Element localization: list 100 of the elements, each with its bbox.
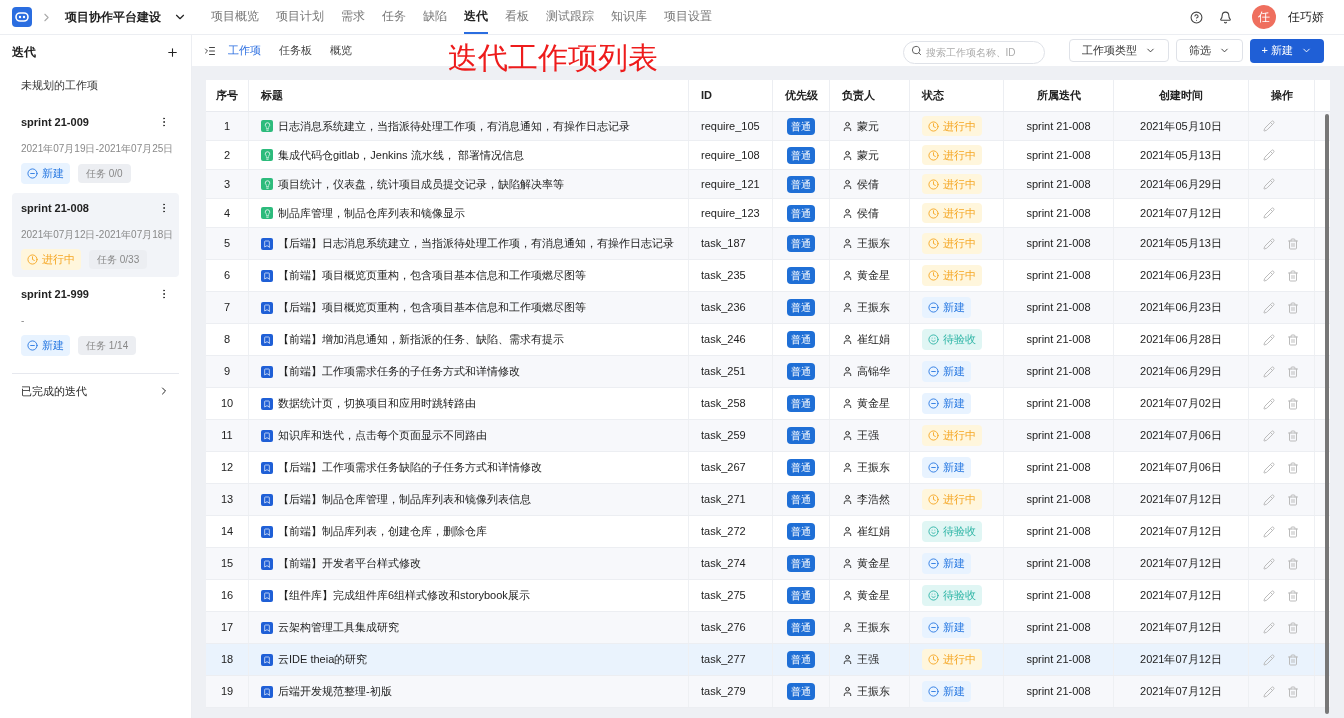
logo-icon[interactable]	[12, 7, 32, 27]
table-row[interactable]: 13 【后端】制品仓库管理，制品库列表和镜像列表信息 task_271 普通 李浩然 进行中 sprint 21-008 2021年07月12日	[206, 484, 1330, 516]
list-icon[interactable]	[204, 44, 216, 57]
edit-icon[interactable]	[1263, 397, 1275, 410]
edit-icon[interactable]	[1263, 429, 1275, 442]
title-cell[interactable]: 【后端】日志消息系统建立，当指派待处理工作项，有消息通知，有操作日志记录	[278, 235, 674, 252]
table-row[interactable]: 9 【前端】工作项需求任务的子任务方式和详情修改 task_251 普通 高锦华 新建 sprint 21-008 2021年06月29日	[206, 356, 1330, 388]
nav-tab[interactable]: 缺陷	[423, 0, 447, 34]
title-cell[interactable]: 【组件库】完成组件库6组样式修改和storybook展示	[278, 587, 530, 604]
title-cell[interactable]: 知识库和迭代，点击每个页面显示不同路由	[278, 427, 487, 444]
title-cell[interactable]: 日志消息系统建立，当指派待处理工作项，有消息通知，有操作日志记录	[278, 117, 630, 135]
title-cell[interactable]: 【前端】项目概览页重构，包含项目基本信息和工作项燃尽图等	[278, 267, 586, 284]
edit-icon[interactable]	[1263, 301, 1275, 314]
table-row[interactable]: 12 【后端】工作项需求任务缺陷的子任务方式和详情修改 task_267 普通 王振东 新建 sprint 21-008 2021年07月06日	[206, 452, 1330, 484]
nav-tab[interactable]: 需求	[341, 0, 365, 34]
delete-icon[interactable]	[1287, 461, 1299, 474]
edit-icon[interactable]	[1263, 525, 1275, 538]
delete-icon[interactable]	[1287, 589, 1299, 602]
delete-icon[interactable]	[1287, 269, 1299, 282]
completed-sprints-link[interactable]: 已完成的迭代	[21, 382, 87, 399]
title-cell[interactable]: 【前端】开发者平台样式修改	[278, 555, 421, 572]
delete-icon[interactable]	[1287, 685, 1299, 698]
clock-icon	[928, 120, 939, 132]
title-cell[interactable]: 制品库管理，制品仓库列表和镜像显示	[278, 204, 465, 222]
title-cell[interactable]: 【后端】项目概览页重构，包含项目基本信息和工作项燃尽图等	[278, 299, 586, 316]
view-tab[interactable]: 任务板	[279, 42, 312, 59]
title-cell[interactable]: 项目统计，仪表盘，统计项目成员提交记录，缺陷解决率等	[278, 175, 564, 193]
edit-icon[interactable]	[1263, 685, 1275, 698]
table-row[interactable]: 14 【前端】制品库列表，创建仓库，删除仓库 task_272 普通 崔红娟 待验收 sprint 21-008 2021年07月12日	[206, 516, 1330, 548]
search-field[interactable]: 搜索工作项名称、ID	[902, 41, 1045, 64]
delete-icon[interactable]	[1287, 333, 1299, 346]
nav-tab[interactable]: 项目设置	[664, 0, 712, 34]
nav-tab[interactable]: 任务	[382, 0, 406, 34]
help-icon[interactable]	[1190, 10, 1203, 24]
delete-icon[interactable]	[1287, 237, 1299, 250]
edit-icon[interactable]	[1263, 365, 1275, 378]
delete-icon[interactable]	[1287, 365, 1299, 378]
table-row[interactable]: 17 云架构管理工具集成研究 task_276 普通 王振东 新建 sprint 21-008 2021年07月12日	[206, 612, 1330, 644]
table-row[interactable]: 8 【前端】增加消息通知，新指派的任务、缺陷、需求有提示 task_246 普通 崔红娟 待验收 sprint 21-008 2021年06月28日	[206, 324, 1330, 356]
title-cell[interactable]: 云IDE theia的研究	[278, 651, 368, 668]
title-cell[interactable]: 集成代码仓gitlab，Jenkins 流水线， 部署情况信息	[278, 146, 524, 164]
edit-icon[interactable]	[1263, 178, 1275, 190]
table-row[interactable]: 16 【组件库】完成组件库6组样式修改和storybook展示 task_275 普通 黄金星 待验收 sprint 21-008 2021年07月12日	[206, 580, 1330, 612]
edit-icon[interactable]	[1263, 589, 1275, 602]
bell-icon[interactable]	[1219, 10, 1232, 24]
edit-icon[interactable]	[1263, 493, 1275, 506]
table-row[interactable]: 11 知识库和迭代，点击每个页面显示不同路由 task_259 普通 王强 进行中 sprint 21-008 2021年07月06日	[206, 420, 1330, 452]
nav-tab[interactable]: 测试跟踪	[546, 0, 594, 34]
table-row[interactable]: 15 【前端】开发者平台样式修改 task_274 普通 黄金星 新建 sprint 21-008 2021年07月12日	[206, 548, 1330, 580]
table-row[interactable]: 3 项目统计，仪表盘，统计项目成员提交记录，缺陷解决率等 require_121 普通 侯倩 进行中 sprint 21-008 2021年06月29日	[206, 170, 1330, 199]
table-row[interactable]: 1 日志消息系统建立，当指派待处理工作项，有消息通知，有操作日志记录 require_105 普通 蒙元 进行中 sprint 21-008 2021年05月10日	[206, 112, 1330, 141]
nav-tab[interactable]: 知识库	[611, 0, 647, 34]
edit-icon[interactable]	[1263, 333, 1275, 346]
title-cell[interactable]: 数据统计页，切换项目和应用时跳转路由	[278, 395, 476, 412]
filter-dropdown[interactable]: 筛选	[1175, 39, 1243, 62]
title-cell[interactable]: 【前端】制品库列表，创建仓库，删除仓库	[278, 523, 487, 540]
edit-icon[interactable]	[1263, 207, 1275, 219]
nav-tab[interactable]: 看板	[505, 0, 529, 34]
table-row[interactable]: 18 云IDE theia的研究 task_277 普通 王强 进行中 sprint 21-008 2021年07月12日	[206, 644, 1330, 676]
edit-icon[interactable]	[1263, 120, 1275, 132]
title-cell[interactable]: 【前端】增加消息通知，新指派的任务、缺陷、需求有提示	[278, 331, 564, 348]
delete-icon[interactable]	[1287, 397, 1299, 410]
edit-icon[interactable]	[1263, 557, 1275, 570]
table-row[interactable]: 5 【后端】日志消息系统建立，当指派待处理工作项，有消息通知，有操作日志记录 task_187 普通 王振东 进行中 sprint 21-008 2021年05月13日	[206, 228, 1330, 260]
title-cell[interactable]: 【后端】工作项需求任务缺陷的子任务方式和详情修改	[278, 459, 542, 476]
delete-icon[interactable]	[1287, 653, 1299, 666]
view-tab[interactable]: 工作项	[228, 42, 261, 59]
edit-icon[interactable]	[1263, 653, 1275, 666]
delete-icon[interactable]	[1287, 525, 1299, 538]
add-icon[interactable]	[166, 45, 179, 59]
edit-icon[interactable]	[1263, 237, 1275, 250]
project-name[interactable]: 项目协作平台建设	[65, 8, 161, 26]
title-cell[interactable]: 【后端】制品仓库管理，制品库列表和镜像列表信息	[278, 491, 531, 508]
edit-icon[interactable]	[1263, 461, 1275, 474]
delete-icon[interactable]	[1287, 301, 1299, 314]
table-row[interactable]: 6 【前端】项目概览页重构，包含项目基本信息和工作项燃尽图等 task_235 普通 黄金星 进行中 sprint 21-008 2021年06月23日	[206, 260, 1330, 292]
table-row[interactable]: 4 制品库管理，制品仓库列表和镜像显示 require_123 普通 侯倩 进行中 sprint 21-008 2021年07月12日	[206, 199, 1330, 228]
delete-icon[interactable]	[1287, 429, 1299, 442]
delete-icon[interactable]	[1287, 621, 1299, 634]
filter-dropdown[interactable]: 工作项类型	[1068, 39, 1169, 62]
table-row[interactable]: 7 【后端】项目概览页重构，包含项目基本信息和工作项燃尽图等 task_236 普通 王振东 新建 sprint 21-008 2021年06月23日	[206, 292, 1330, 324]
nav-tab[interactable]: 项目概览	[211, 0, 259, 34]
scrollbar[interactable]	[1325, 114, 1329, 714]
edit-icon[interactable]	[1263, 149, 1275, 161]
unplanned-link[interactable]: 未规划的工作项	[12, 68, 179, 103]
delete-icon[interactable]	[1287, 557, 1299, 570]
title-cell[interactable]: 【前端】工作项需求任务的子任务方式和详情修改	[278, 363, 520, 380]
edit-icon[interactable]	[1263, 621, 1275, 634]
title-cell[interactable]: 云架构管理工具集成研究	[278, 619, 399, 636]
table-row[interactable]: 10 数据统计页，切换项目和应用时跳转路由 task_258 普通 黄金星 新建 sprint 21-008 2021年07月02日	[206, 388, 1330, 420]
view-tab[interactable]: 概览	[330, 42, 352, 59]
nav-tab[interactable]: 项目计划	[276, 0, 324, 34]
title-cell[interactable]: 后端开发规范整理-初版	[278, 683, 392, 700]
edit-icon[interactable]	[1263, 269, 1275, 282]
table-row[interactable]: 19 后端开发规范整理-初版 task_279 普通 王振东 新建 sprint 21-008 2021年07月12日	[206, 676, 1330, 708]
delete-icon[interactable]	[1287, 493, 1299, 506]
sprint-card[interactable]: sprint 21-008 2021年07月12日-2021年07月18日 进行中 任务 0/33	[12, 192, 179, 277]
table-row[interactable]: 2 集成代码仓gitlab，Jenkins 流水线， 部署情况信息 require_108 普通 蒙元 进行中 sprint 21-008 2021年05月13日	[206, 141, 1330, 170]
new-button[interactable]: + 新建	[1249, 38, 1324, 63]
table-cell-text: 2021年07月12日	[1140, 556, 1222, 572]
